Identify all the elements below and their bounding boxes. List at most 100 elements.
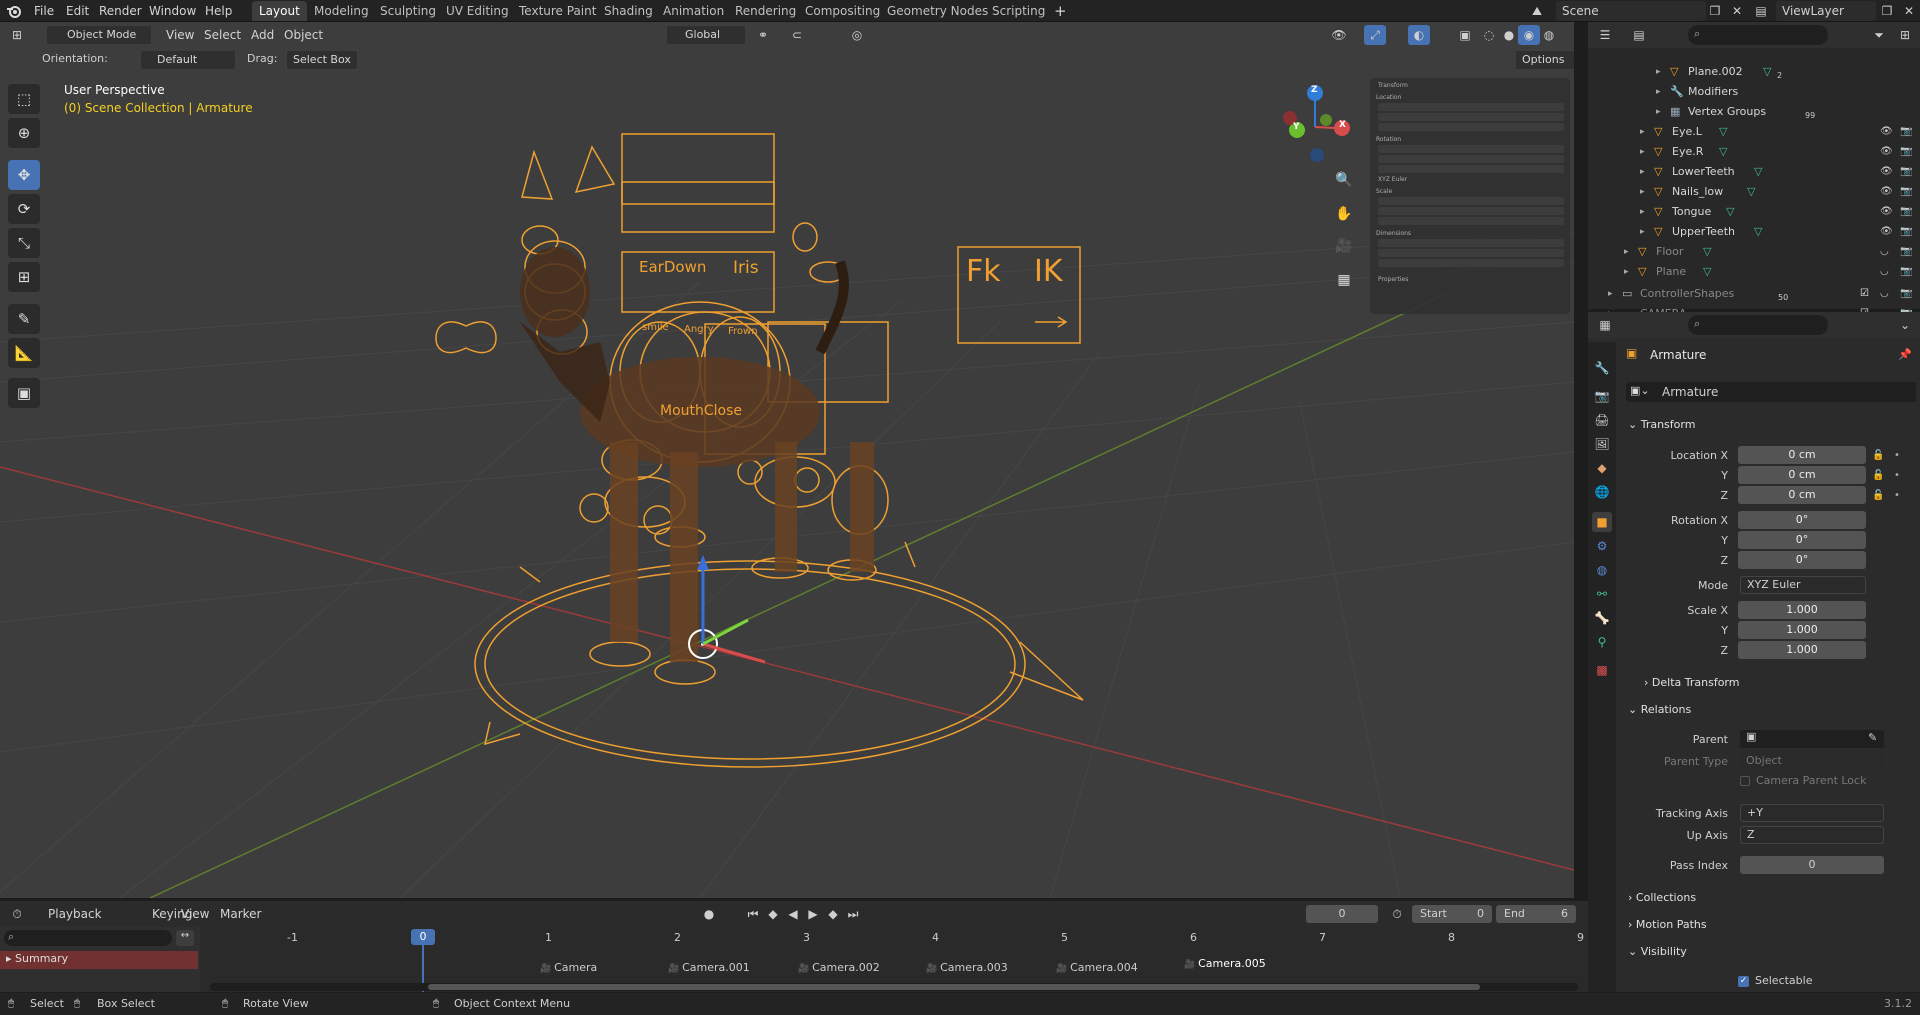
play-reverse-icon[interactable]: ◀ [782, 904, 804, 924]
npanel-field[interactable] [1378, 165, 1564, 173]
chevron-right-icon[interactable]: ▸ [1624, 242, 1629, 262]
jump-end-icon[interactable]: ⏭ [842, 904, 864, 924]
relations-panel-header[interactable]: ⌄ Relations [1628, 699, 1912, 721]
npanel-field[interactable] [1378, 249, 1564, 257]
menu-edit[interactable]: Edit [62, 2, 93, 20]
chevron-right-icon[interactable]: ▸ [1640, 222, 1645, 242]
location-x-field[interactable]: 0 cm [1738, 446, 1866, 464]
camera-parent-lock-checkbox[interactable] [1740, 776, 1750, 786]
transform-panel-header[interactable]: ⌄ Transform [1628, 414, 1912, 436]
visibility-eye-icon[interactable]: 👁 [1880, 122, 1893, 142]
physics-tab-icon[interactable]: ◍ [1592, 560, 1612, 580]
zoom-icon[interactable]: 🔍 [1332, 168, 1356, 192]
transform-orientation-selector[interactable]: Global [666, 25, 746, 45]
pan-hand-icon[interactable]: ✋ [1332, 202, 1356, 226]
render-visibility-icon[interactable]: 📷 [1900, 122, 1912, 142]
overlay-toggle-icon[interactable]: ◐ [1408, 25, 1430, 45]
eyedropper-icon[interactable]: ✎ [1868, 731, 1877, 744]
render-visibility-icon[interactable]: 📷 [1900, 284, 1912, 304]
visibility-panel-header[interactable]: ⌄ Visibility [1628, 941, 1912, 963]
properties-search-input[interactable] [1688, 315, 1828, 335]
outliner-row[interactable]: ▸ ▽ Plane.002 ▽ 2 [1588, 62, 1920, 82]
transform-tool-icon[interactable]: ⊞ [8, 262, 40, 292]
scale-y-field[interactable]: 1.000 [1738, 621, 1866, 639]
rotation-mode-dropdown[interactable]: XYZ Euler [1740, 576, 1866, 594]
close-scene-icon[interactable]: ✕ [1726, 1, 1748, 21]
scene-selector[interactable]: Scene [1556, 1, 1706, 21]
render-tab-icon[interactable]: 📷 [1592, 386, 1612, 406]
tab-uv-editing[interactable]: UV Editing [439, 1, 516, 21]
menu-view[interactable]: View [162, 26, 198, 44]
mesh-data-icon[interactable]: ▽ [1726, 202, 1734, 222]
timeline[interactable]: ⌕ ↔ ▸ Summary -1 1 2 3 4 5 6 7 8 9 🎥 Camera 🎥 Came… [0, 927, 1588, 992]
npanel-field[interactable] [1378, 113, 1564, 121]
pin-icon[interactable]: 📌 [1898, 348, 1912, 361]
stopwatch-icon[interactable]: ⏱ [1386, 904, 1408, 924]
3d-viewport[interactable]: EarDown Iris smile Angry Frown MouthClos… [0, 22, 1574, 898]
timeline-editor-icon[interactable]: ⏱ [6, 904, 28, 924]
current-frame-field[interactable]: 0 [1306, 905, 1378, 923]
blender-logo-icon[interactable] [6, 3, 22, 19]
gizmo-toggle-icon[interactable]: ⤢ [1364, 25, 1386, 45]
new-collection-icon[interactable]: ⊞ [1894, 25, 1916, 45]
proportional-edit-icon[interactable]: ◎ [846, 25, 868, 45]
view-layer-selector[interactable]: ViewLayer [1776, 1, 1876, 21]
record-icon[interactable]: ● [698, 904, 720, 924]
outliner-row[interactable]: ▸ 🔧 Modifiers [1588, 82, 1920, 102]
visibility-eye-icon[interactable]: ◡ [1880, 284, 1889, 304]
location-y-field[interactable]: 0 cm [1738, 466, 1866, 484]
play-icon[interactable]: ▶ [802, 904, 824, 924]
rotation-z-field[interactable]: 0° [1738, 551, 1866, 569]
outliner-row[interactable]: ▸ ▽ UpperTeeth ▽ 👁 📷 [1588, 222, 1920, 242]
tab-modeling[interactable]: Modeling [307, 1, 376, 21]
timeline-marker[interactable]: 🎥 Camera.005 [1184, 957, 1266, 970]
xray-icon[interactable]: ▣ [1454, 25, 1476, 45]
tab-animation[interactable]: Animation [656, 1, 731, 21]
exclude-checkbox[interactable]: ☑ [1860, 284, 1869, 304]
tab-layout[interactable]: Layout [252, 1, 307, 21]
parent-type-dropdown[interactable]: Object [1740, 752, 1884, 770]
outliner-editor-icon[interactable]: ☰ [1594, 25, 1616, 45]
visibility-eye-icon[interactable]: 👁 [1880, 202, 1893, 222]
visibility-eye-icon[interactable]: 👁 [1880, 162, 1893, 182]
location-z-field[interactable]: 0 cm [1738, 486, 1866, 504]
tool-tab-icon[interactable]: 🔧 [1592, 358, 1612, 378]
scene-tab-icon[interactable]: ◆ [1592, 458, 1612, 478]
outliner-row[interactable]: ▸ ▽ Floor ▽ ◡ 📷 [1588, 242, 1920, 262]
tab-rendering[interactable]: Rendering [728, 1, 803, 21]
npanel-mode[interactable]: XYZ Euler [1378, 176, 1407, 183]
annotate-tool-icon[interactable]: ✎ [8, 304, 40, 334]
mesh-data-icon[interactable]: ▽ [1719, 142, 1727, 162]
measure-tool-icon[interactable]: 📐 [8, 338, 40, 368]
tab-geometry-nodes[interactable]: Geometry Nodes [880, 1, 995, 21]
texture-tab-icon[interactable]: ▩ [1592, 660, 1612, 680]
mesh-data-icon[interactable]: ▽ [1747, 182, 1755, 202]
render-visibility-icon[interactable]: 📷 [1900, 162, 1912, 182]
swap-icon[interactable]: ↔ [176, 930, 194, 946]
view-layer-tab-icon[interactable]: 🖼 [1592, 434, 1612, 454]
chevron-right-icon[interactable]: ▸ [1656, 62, 1661, 82]
add-workspace-button[interactable]: + [1050, 2, 1071, 20]
chevron-right-icon[interactable]: ▸ [1640, 182, 1645, 202]
chevron-right-icon[interactable]: ▸ [1640, 162, 1645, 182]
chevron-right-icon[interactable]: ▸ [1608, 284, 1613, 304]
chevron-right-icon[interactable]: ▸ [1656, 102, 1661, 122]
visibility-eye-icon[interactable]: 👁 [1880, 142, 1893, 162]
npanel-field[interactable] [1378, 217, 1564, 225]
timeline-scroll-thumb[interactable] [428, 984, 1480, 990]
render-visibility-icon[interactable]: 📷 [1900, 222, 1912, 242]
bone-tab-icon[interactable]: ⚲ [1592, 632, 1612, 652]
object-data-icon[interactable]: ▣⌄ [1630, 384, 1650, 397]
drag-selector[interactable]: Select Box [286, 50, 358, 70]
playhead-frame[interactable]: 0 [411, 929, 435, 945]
menu-window[interactable]: Window [145, 2, 200, 20]
add-cube-tool-icon[interactable]: ▣ [8, 378, 40, 408]
timeline-search-input[interactable] [4, 930, 172, 946]
next-keyframe-icon[interactable]: ◆ [822, 904, 844, 924]
render-visibility-icon[interactable]: 📷 [1900, 202, 1912, 222]
scale-x-field[interactable]: 1.000 [1738, 601, 1866, 619]
sidebar-n-panel[interactable]: Transform Location Rotation XYZ Euler Sc… [1370, 78, 1570, 314]
scale-z-field[interactable]: 1.000 [1738, 641, 1866, 659]
cursor-tool-icon[interactable]: ⊕ [8, 118, 40, 148]
npanel-field[interactable] [1378, 123, 1564, 131]
